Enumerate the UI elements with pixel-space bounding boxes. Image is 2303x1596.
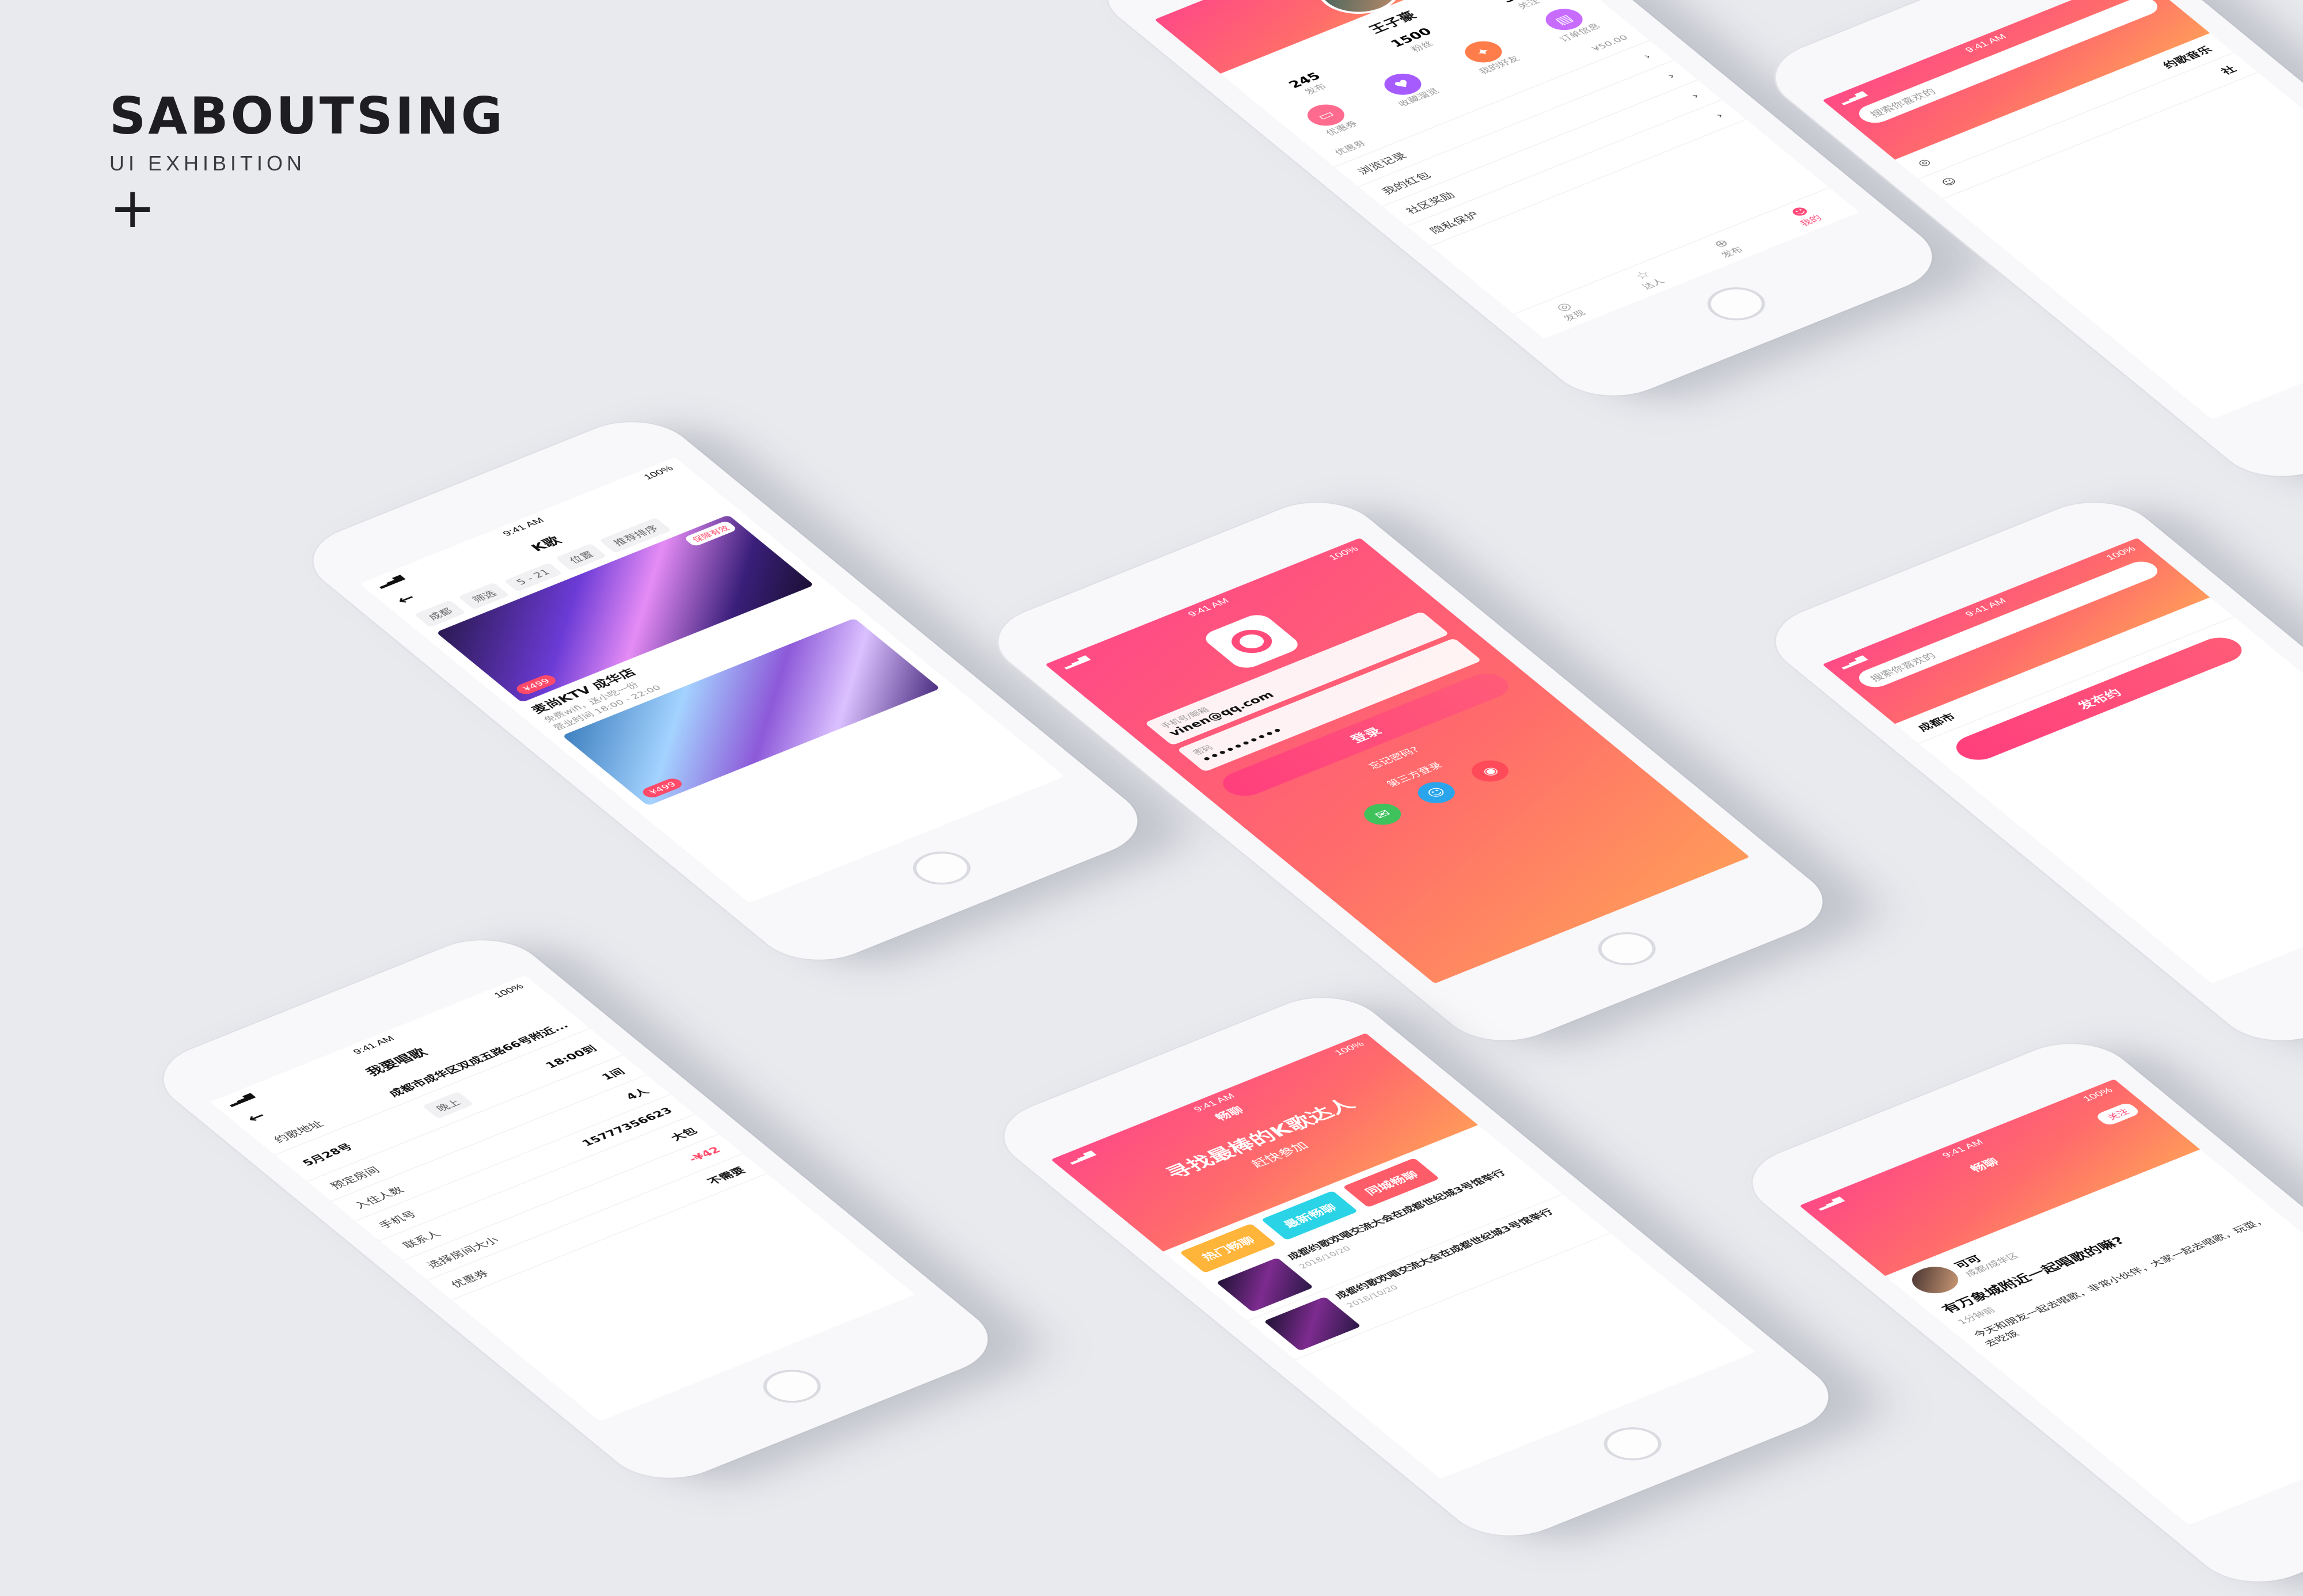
balance-value: ¥50.00	[1589, 33, 1631, 53]
venue-price: ¥499	[513, 673, 560, 697]
battery-level: 100%	[2103, 544, 2138, 562]
home-button[interactable]	[1696, 280, 1777, 327]
venue-price: ¥499	[639, 776, 686, 800]
tab-publish[interactable]: ⊕ 发布	[1707, 235, 1746, 260]
chevron-right-icon: ›	[1688, 90, 1702, 101]
people-icon: ☺	[1938, 175, 1960, 188]
status-time: 9:41 AM	[1939, 1137, 1986, 1160]
chevron-right-icon: ›	[1664, 71, 1678, 81]
brand-title: SABOUTSING	[109, 86, 505, 146]
screen-profile: 王子豪 245发布 1500粉丝 397关注 ▭优惠券 ♥收藏溜览 ✦我的好友 …	[1154, 0, 1860, 339]
home-button[interactable]	[752, 1363, 833, 1409]
row-value: 大包	[668, 1126, 700, 1143]
phone-login: ▂▃▅ 9:41 AM 100% 手机号/邮箱 vinen@qq.com 密码 …	[974, 488, 1848, 1055]
tab-mine[interactable]: ☻ 我的	[1785, 204, 1825, 228]
search-input[interactable]: 搜索你喜欢的	[1852, 558, 2164, 691]
home-button[interactable]	[1593, 1420, 1673, 1467]
phone-topic: ▂▃▅ 9:41 AM 100% 畅聊 寻找最棒的K歌达人 赶快参加 热门畅聊 …	[979, 983, 1853, 1550]
phone-body: ▂▃▅ 9:41 AM 100% 畅聊 寻找最棒的K歌达人 赶快参加 热门畅聊 …	[979, 983, 1853, 1550]
brand-subtitle: UI EXHIBITION	[109, 151, 306, 175]
screen-topic: ▂▃▅ 9:41 AM 100% 畅聊 寻找最棒的K歌达人 赶快参加 热门畅聊 …	[1051, 1033, 1756, 1479]
status-bar: ▂▃▅ 9:41 AM 100%	[1799, 1079, 2129, 1217]
date-tag: 晚上	[422, 1091, 474, 1119]
battery-level: 100%	[1326, 544, 1361, 562]
chevron-right-icon: ›	[1712, 111, 1727, 120]
city-value: 成都市	[1915, 712, 1959, 734]
row-value: 4人	[623, 1086, 652, 1102]
stat-fans[interactable]: 1500 粉丝	[1388, 26, 1445, 58]
app-logo-icon	[1199, 611, 1304, 671]
phone-body: ▂▃▅ 9:41 AM 100% 手机号/邮箱 vinen@qq.com 密码 …	[974, 488, 1848, 1055]
wechat-icon[interactable]: ✉	[1356, 799, 1408, 829]
home-button[interactable]	[902, 845, 982, 891]
signal-icon: ▂▃▅	[1812, 1194, 1845, 1211]
stat-following[interactable]: 397关注	[1499, 0, 1546, 13]
phone-body: ▂▃▅ 9:41 AM 100% 搜索你喜欢的 成都市 发布约	[1751, 488, 2303, 1055]
tab-stars[interactable]: ☆ 达人	[1628, 267, 1667, 291]
chevron-right-icon: ›	[1640, 51, 1654, 61]
row-value: 1间	[599, 1066, 628, 1082]
screen-ktv-list: ▂▃▅ 9:41 AM 100% ← K歌 成都 筛选 5 - 21 位置 推荐…	[360, 457, 1065, 903]
screen-booking: ▂▃▅ 9:41 AM 100% ← 我要唱歌 约歌地址 成都市成华区双成五路6…	[210, 975, 915, 1422]
phone-body: ▂▃▅ 9:41 AM 100% 畅聊 关注 可可 成都/成华区 有万象城附近一…	[1728, 1029, 2303, 1596]
plus-icon: +	[109, 176, 156, 240]
stat-posts[interactable]: 245 发布	[1286, 70, 1333, 98]
row-label: 优惠券	[448, 1268, 492, 1290]
home-button[interactable]	[1587, 925, 1667, 972]
signal-icon: ▂▃▅	[1835, 653, 1868, 670]
phone-ktv-list: ▂▃▅ 9:41 AM 100% ← K歌 成都 筛选 5 - 21 位置 推荐…	[288, 408, 1162, 974]
music-icon: ◎	[1914, 156, 1934, 168]
phone-body: ▂▃▅ 9:41 AM 100% ← 我要唱歌 约歌地址 成都市成华区双成五路6…	[139, 926, 1013, 1492]
screen-home: ▂▃▅ 9:41 AM 100% 搜索你喜欢的 ◎约歌音乐 ☺社	[1822, 0, 2303, 420]
phone-post: ▂▃▅ 9:41 AM 100% 畅聊 关注 可可 成都/成华区 有万象城附近一…	[1728, 1029, 2303, 1596]
battery-level: 100%	[2080, 1085, 2115, 1103]
coupon-shortcut[interactable]: ▭ 优惠券	[1299, 100, 1361, 138]
phone-publish: ▂▃▅ 9:41 AM 100% 搜索你喜欢的 成都市 发布约	[1751, 488, 2303, 1055]
row-value: -¥42	[685, 1145, 724, 1164]
status-time: 9:41 AM	[1185, 596, 1232, 619]
phone-booking: ▂▃▅ 9:41 AM 100% ← 我要唱歌 约歌地址 成都市成华区双成五路6…	[139, 926, 1013, 1492]
tab-discover[interactable]: ◎ 发现	[1549, 299, 1588, 323]
row-value: 不需要	[705, 1165, 748, 1187]
phone-body: ▂▃▅ 9:41 AM 100% ← K歌 成都 筛选 5 - 21 位置 推荐…	[288, 408, 1162, 974]
signal-icon: ▂▃▅	[1058, 653, 1091, 670]
screen-post: ▂▃▅ 9:41 AM 100% 畅聊 关注 可可 成都/成华区 有万象城附近一…	[1799, 1079, 2303, 1525]
brand-block: SABOUTSING UI EXHIBITION +	[109, 86, 505, 235]
time-value: 18:00到	[542, 1043, 599, 1070]
signal-icon: ▂▃▅	[1835, 89, 1868, 105]
screen-publish: ▂▃▅ 9:41 AM 100% 搜索你喜欢的 成都市 发布约	[1822, 538, 2303, 984]
qq-icon[interactable]: ☺	[1411, 778, 1462, 808]
tab-bar: ◎ 发现 ☆ 达人 ⊕ 发布 ☻ 我的	[1514, 187, 1860, 339]
weibo-icon[interactable]: ◉	[1464, 756, 1516, 786]
screen-login: ▂▃▅ 9:41 AM 100% 手机号/邮箱 vinen@qq.com 密码 …	[1045, 538, 1750, 984]
date-value: 5月28号	[299, 1141, 355, 1168]
